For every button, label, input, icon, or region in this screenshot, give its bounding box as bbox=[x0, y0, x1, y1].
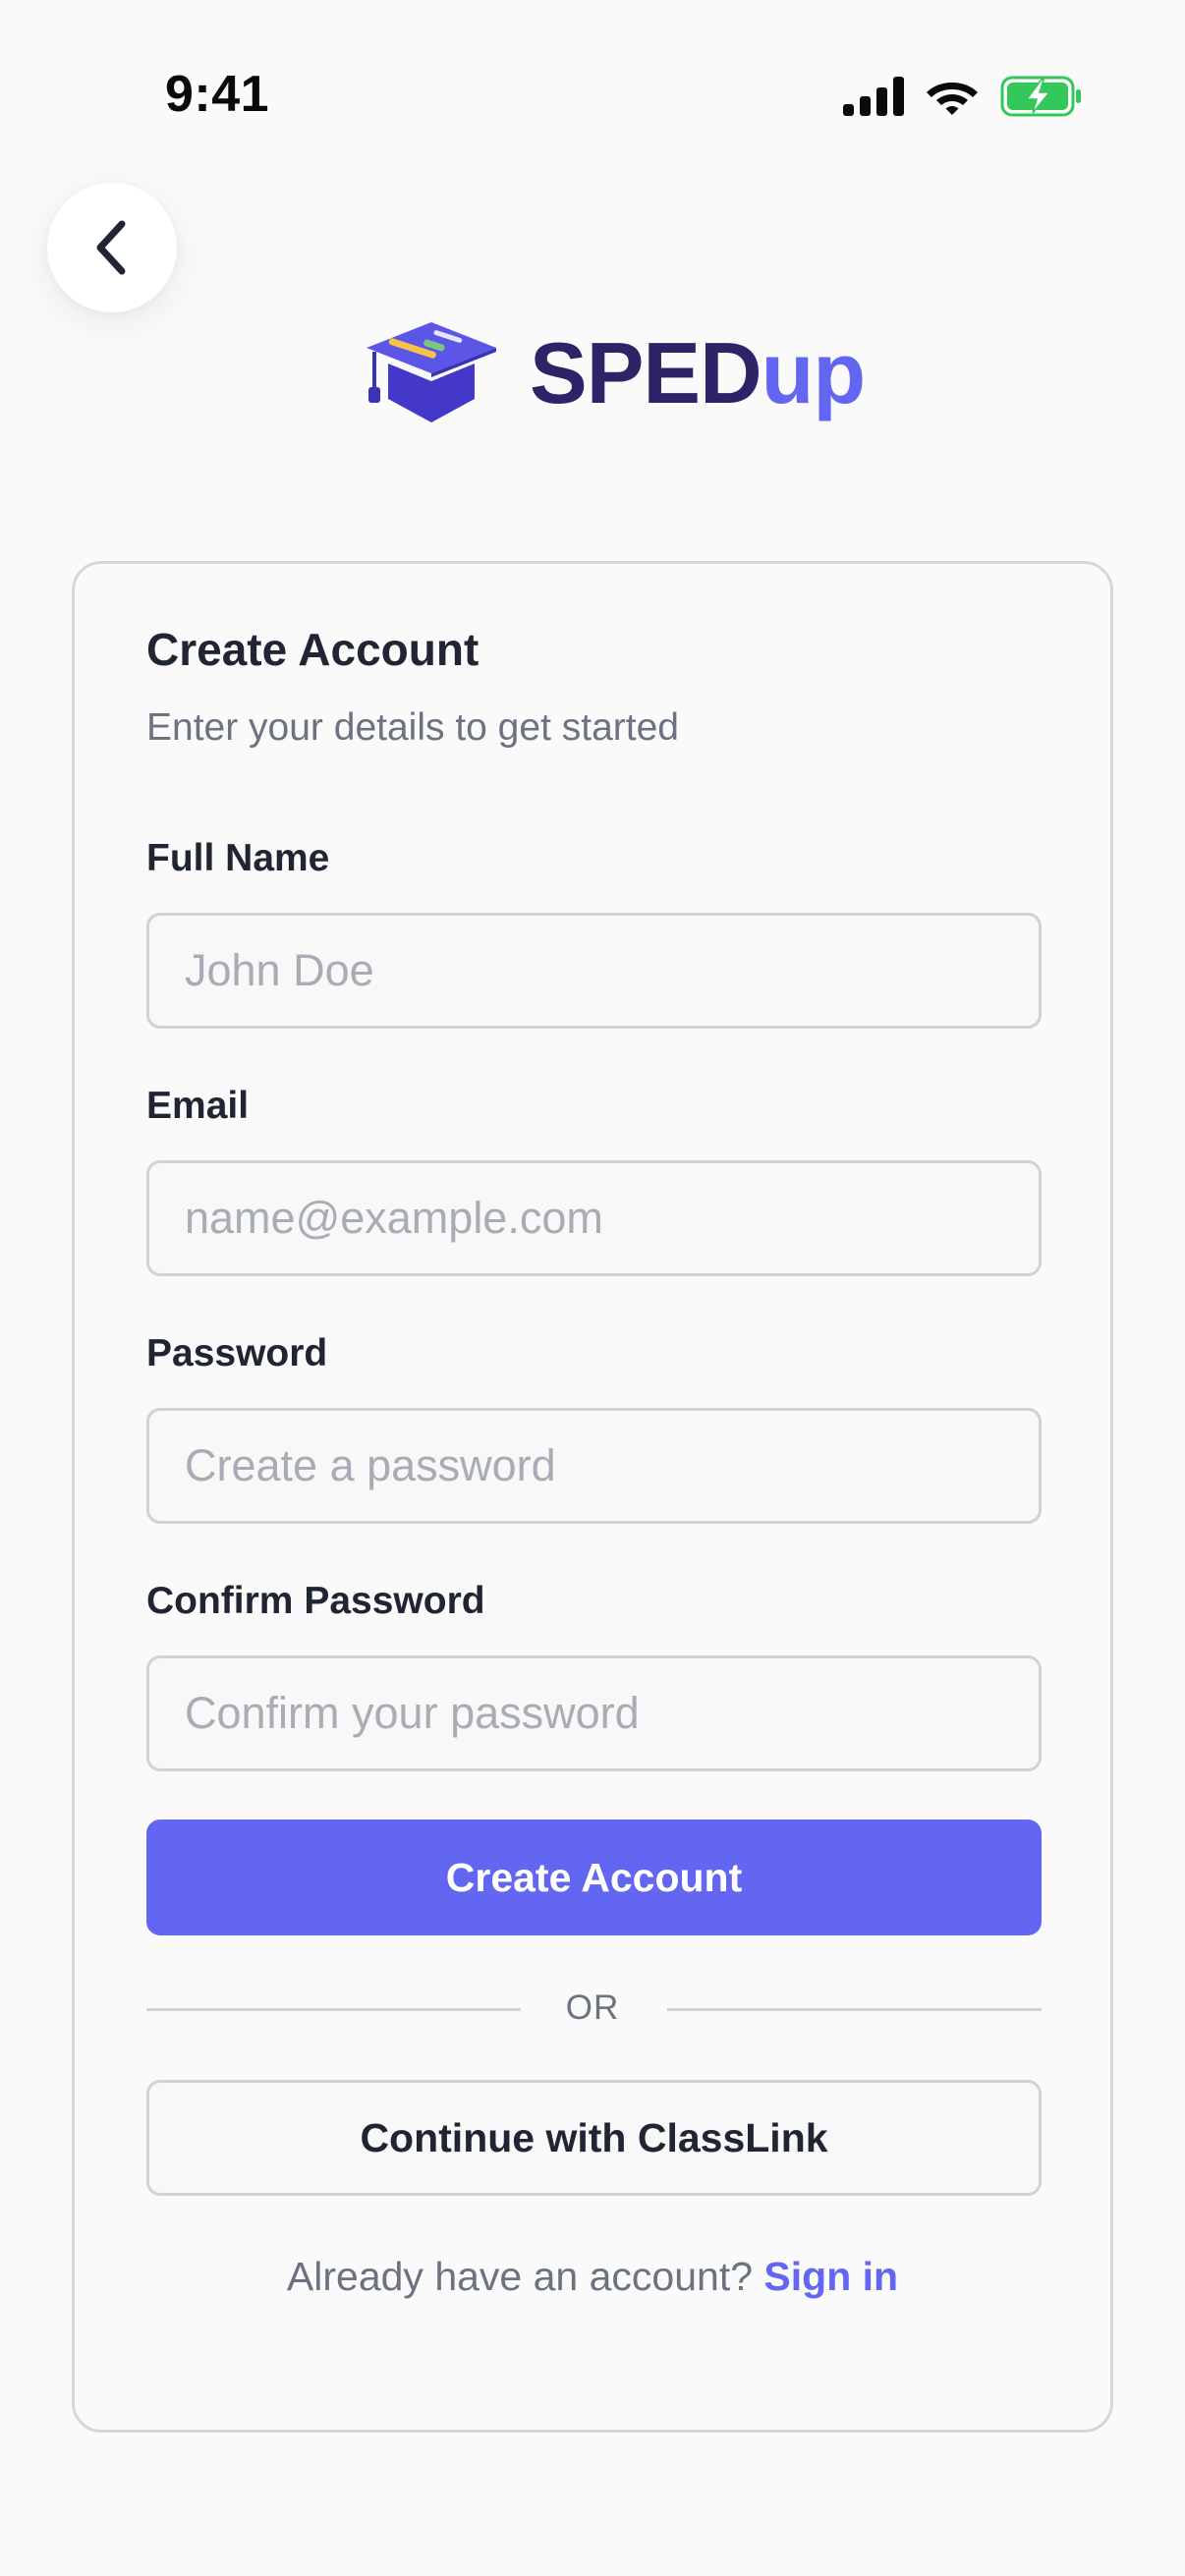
signin-prompt: Already have an account? bbox=[286, 2254, 754, 2299]
logo-text-up: up bbox=[761, 324, 867, 421]
classlink-button[interactable]: Continue with ClassLink bbox=[146, 2080, 1042, 2196]
signup-card: Create Account Enter your details to get… bbox=[72, 561, 1113, 2433]
chevron-left-icon bbox=[96, 220, 126, 275]
graduation-cap-icon bbox=[367, 322, 496, 422]
back-button[interactable] bbox=[47, 183, 177, 312]
signin-link[interactable]: Sign in bbox=[763, 2254, 898, 2299]
card-title: Create Account bbox=[146, 624, 480, 675]
create-account-button[interactable]: Create Account bbox=[146, 1820, 1042, 1935]
app-logo: SPEDup bbox=[349, 314, 866, 432]
wifi-icon bbox=[927, 83, 978, 115]
full-name-input[interactable] bbox=[146, 913, 1042, 1029]
card-subtitle: Enter your details to get started bbox=[146, 706, 679, 749]
email-input[interactable] bbox=[146, 1160, 1042, 1276]
confirm-password-label: Confirm Password bbox=[146, 1580, 485, 1622]
password-input[interactable] bbox=[146, 1408, 1042, 1524]
cellular-signal-icon bbox=[843, 77, 904, 116]
battery-charging-icon bbox=[1000, 76, 1081, 117]
confirm-password-input[interactable] bbox=[146, 1655, 1042, 1771]
divider-line-right bbox=[667, 2008, 1042, 2011]
email-label: Email bbox=[146, 1085, 250, 1127]
logo-wordmark: SPEDup bbox=[530, 330, 866, 417]
status-bar: 9:41 bbox=[0, 0, 1185, 187]
full-name-label: Full Name bbox=[146, 837, 330, 879]
status-time: 9:41 bbox=[165, 66, 270, 123]
signup-screen: 9:41 SPEDup Create Account Enter your de… bbox=[0, 0, 1185, 2576]
password-label: Password bbox=[146, 1332, 328, 1374]
signin-row: Already have an account? Sign in bbox=[75, 2254, 1110, 2300]
logo-text-sped: SPED bbox=[530, 324, 762, 421]
status-icons bbox=[843, 73, 1083, 120]
